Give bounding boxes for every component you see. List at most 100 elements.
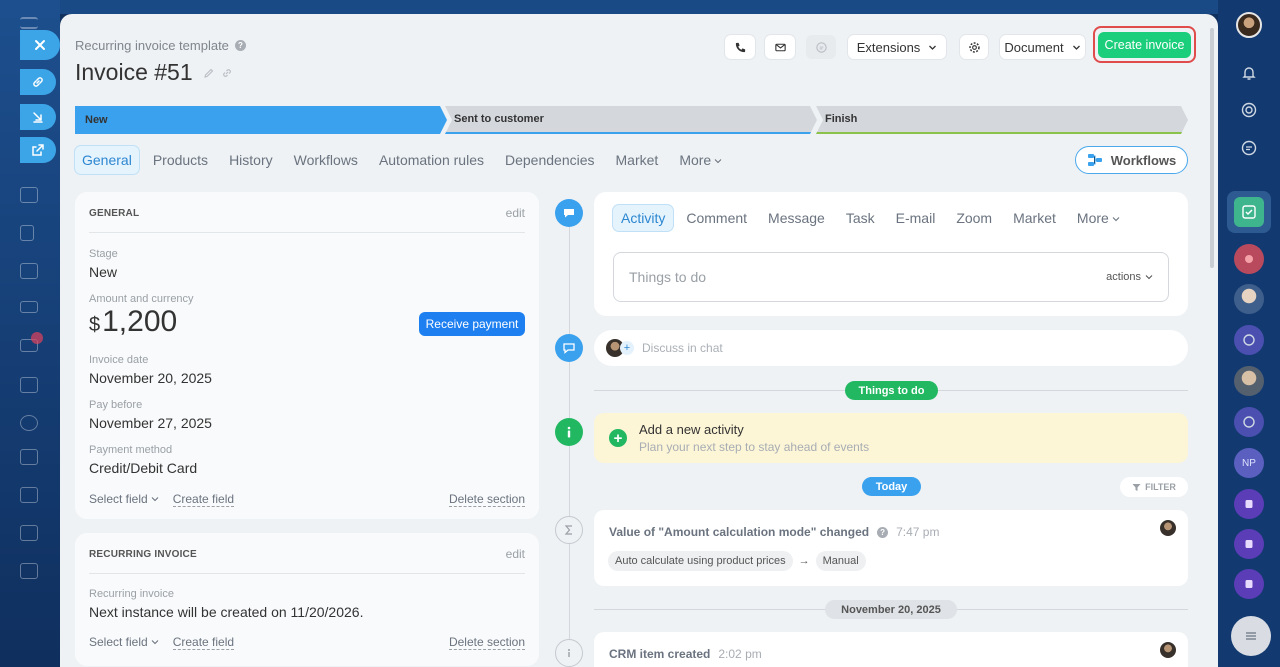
feed-icon[interactable] (20, 377, 38, 393)
invoice-slider-panel: Recurring invoice template ? Invoice #51… (60, 14, 1218, 667)
contact-avatar-3[interactable] (1234, 366, 1264, 396)
alert-contact[interactable] (1234, 244, 1264, 274)
receive-payment-button[interactable]: Receive payment (419, 312, 525, 336)
create-invoice-button[interactable]: Create invoice (1098, 32, 1191, 58)
contact-avatar-4[interactable] (1234, 407, 1264, 437)
close-icon (35, 40, 45, 50)
divider (89, 232, 525, 233)
activity-tabs: Activity Comment Message Task E-mail Zoo… (613, 205, 1133, 231)
add-participant-icon[interactable]: + (620, 341, 634, 355)
document-dropdown[interactable]: Document (1000, 35, 1085, 59)
contact-avatar-7[interactable] (1234, 529, 1264, 559)
sigma-icon (564, 525, 572, 535)
tab-general[interactable]: General (75, 146, 139, 174)
tab-automation-rules[interactable]: Automation rules (372, 146, 491, 174)
activity-tab[interactable]: Activity (613, 205, 674, 231)
event-title: CRM item created 2:02 pm (609, 647, 762, 661)
tab-products[interactable]: Products (146, 146, 215, 174)
contact-avatar-8[interactable] (1234, 569, 1264, 599)
pencil-icon[interactable] (203, 67, 215, 79)
contact-avatar-2[interactable] (1234, 325, 1264, 355)
notifications-button[interactable] (1234, 58, 1264, 88)
open-channels-button[interactable] (1234, 133, 1264, 163)
select-field-dropdown[interactable]: Select field (89, 492, 159, 507)
event-title: Value of "Amount calculation mode" chang… (609, 525, 939, 539)
stage-label: Stage (89, 248, 118, 260)
workflows-button[interactable]: Workflows (1075, 146, 1188, 174)
email-tab[interactable]: E-mail (888, 205, 944, 231)
market-tab[interactable]: Market (1005, 205, 1064, 231)
copilot-button[interactable] (1234, 95, 1264, 125)
amount-value[interactable]: $1,200 (89, 305, 177, 339)
tab-dependencies[interactable]: Dependencies (498, 146, 602, 174)
call-button[interactable] (725, 35, 755, 59)
pay-before-value[interactable]: November 27, 2025 (89, 415, 212, 431)
payment-method-value[interactable]: Credit/Debit Card (89, 460, 197, 476)
sidebar-menu-button[interactable] (1231, 616, 1271, 656)
contact-avatar-1[interactable] (1234, 284, 1264, 314)
copy-link-button[interactable] (20, 69, 56, 95)
tab-workflows[interactable]: Workflows (287, 146, 365, 174)
close-slider-button[interactable] (20, 30, 60, 60)
recurring-value[interactable]: Next instance will be created on 11/20/2… (89, 604, 363, 620)
create-field-link[interactable]: Create field (172, 635, 235, 650)
link-icon[interactable] (221, 67, 233, 79)
calendar-icon[interactable] (20, 187, 38, 203)
things-to-do-input[interactable]: Things to do actions (613, 252, 1169, 302)
add-activity-card[interactable]: + Add a new activity Plan your next step… (594, 413, 1188, 463)
robot-icon[interactable] (20, 415, 38, 431)
stage-value[interactable]: New (89, 264, 117, 280)
filter-icon (1132, 483, 1141, 491)
edit-link[interactable]: edit (506, 547, 525, 561)
old-value-chip: Auto calculate using product prices (608, 551, 793, 571)
filter-button[interactable]: FILTER (1120, 477, 1188, 497)
scrollbar[interactable] (1210, 28, 1214, 268)
edit-link[interactable]: edit (506, 206, 525, 220)
user-avatar[interactable] (1236, 12, 1262, 38)
bag-icon[interactable] (20, 525, 38, 541)
recurring-invoice-section: RECURRING INVOICE edit Recurring invoice… (75, 533, 539, 666)
invoice-date-value[interactable]: November 20, 2025 (89, 370, 212, 386)
menu-icon[interactable] (20, 17, 38, 29)
help-icon[interactable]: ? (234, 40, 246, 51)
more-tab[interactable]: More (1069, 205, 1128, 231)
task-tab[interactable]: Task (838, 205, 883, 231)
tab-more[interactable]: More (672, 146, 729, 174)
tab-history[interactable]: History (222, 146, 280, 174)
comment-tab[interactable]: Comment (678, 205, 755, 231)
discuss-in-chat-field[interactable]: + Discuss in chat (594, 330, 1188, 366)
settings-button[interactable] (960, 35, 988, 59)
open-new-window-button[interactable] (20, 137, 56, 163)
chat-placeholder: Discuss in chat (642, 341, 723, 355)
actions-dropdown[interactable]: actions (1106, 271, 1153, 283)
minimize-button[interactable] (20, 104, 56, 130)
cart-icon[interactable] (20, 563, 38, 579)
tab-market[interactable]: Market (609, 146, 666, 174)
extensions-dropdown[interactable]: Extensions (848, 35, 946, 59)
stage-finish[interactable]: Finish (816, 106, 1188, 134)
help-icon[interactable]: ? (877, 526, 889, 538)
tasks-icon[interactable] (20, 263, 38, 279)
stage-sent-to-customer[interactable]: Sent to customer (445, 106, 817, 134)
crm-icon[interactable] (20, 449, 38, 465)
message-tab[interactable]: Message (760, 205, 833, 231)
contact-avatar-6[interactable] (1234, 489, 1264, 519)
create-field-link[interactable]: Create field (172, 492, 235, 507)
event-title-text: Value of "Amount calculation mode" chang… (609, 525, 870, 539)
drive-icon[interactable] (20, 301, 38, 313)
delete-section-link[interactable]: Delete section (448, 635, 525, 650)
select-field-label: Select field (89, 635, 148, 649)
email-button[interactable] (765, 35, 795, 59)
document-icon[interactable] (20, 225, 34, 241)
stage-new[interactable]: New (75, 106, 447, 134)
delete-section-link[interactable]: Delete section (448, 492, 525, 507)
grid-icon[interactable] (20, 487, 38, 503)
actions-label: actions (1106, 271, 1141, 283)
contact-avatar-np[interactable]: NP (1234, 448, 1264, 478)
chat-button[interactable] (806, 35, 836, 59)
zoom-tab[interactable]: Zoom (948, 205, 1000, 231)
tasks-app-button[interactable] (1234, 197, 1264, 227)
link-icon (33, 77, 43, 87)
select-field-dropdown[interactable]: Select field (89, 635, 159, 650)
timeline-chat-dot (555, 334, 583, 362)
